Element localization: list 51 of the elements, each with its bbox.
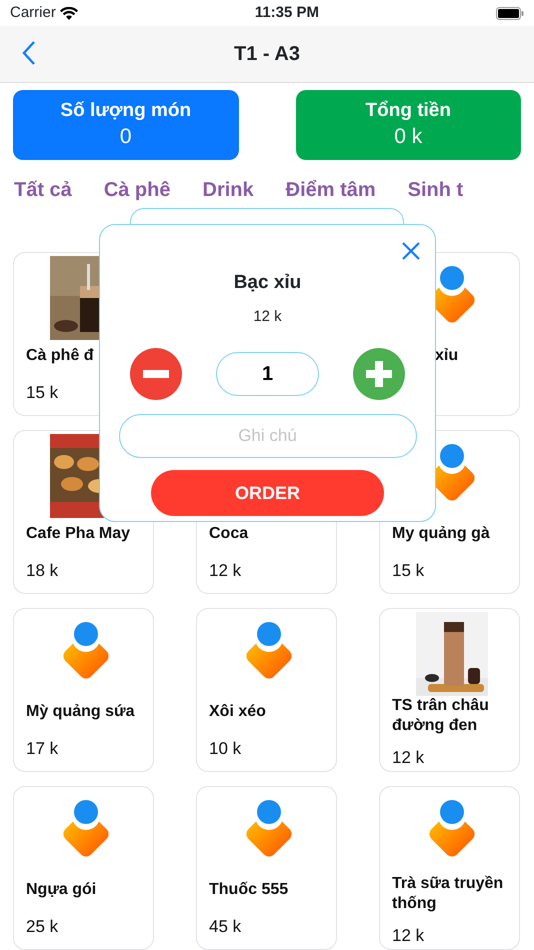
- product-name: Cà phê đ: [26, 346, 94, 366]
- dialog-price: 12 k: [253, 306, 282, 326]
- product-name: Trà sữa truyền thống: [392, 874, 504, 914]
- category-tab[interactable]: Sinh t: [408, 172, 464, 208]
- minus-icon: [143, 370, 169, 378]
- product-name: Mỳ quảng sứa: [26, 702, 134, 722]
- quantity-field[interactable]: 1: [216, 352, 319, 396]
- plus-button[interactable]: [353, 348, 405, 400]
- battery-icon: [496, 6, 524, 20]
- summary-value: 0 k: [394, 124, 422, 150]
- product-price: 15 k: [26, 382, 58, 404]
- product-name: xỉu: [434, 346, 458, 366]
- product-price: 18 k: [26, 560, 58, 582]
- product-price: 45 k: [209, 916, 242, 938]
- category-tab[interactable]: Drink: [202, 172, 254, 208]
- product-price: 15 k: [392, 560, 424, 582]
- summary-label: Tổng tiền: [366, 100, 451, 123]
- category-tab[interactable]: Điểm tâm: [286, 172, 376, 208]
- summary-label: Số lượng món: [60, 100, 192, 123]
- product-card[interactable]: Ngựa gói 25 k: [13, 786, 154, 950]
- product-card[interactable]: TS trân châu đường đen 12 k: [379, 608, 520, 772]
- product-price: 12 k: [392, 925, 424, 948]
- product-card[interactable]: Trà sữa truyền thống 12 k: [379, 786, 520, 950]
- product-price: 10 k: [209, 738, 242, 760]
- product-card[interactable]: Xôi xéo 10 k: [196, 608, 337, 772]
- product-name: Ngựa gói: [26, 880, 96, 900]
- note-field[interactable]: Ghi chú: [118, 414, 416, 458]
- product-name: Coca: [209, 524, 248, 544]
- category-tab[interactable]: Tất cả: [14, 172, 72, 208]
- status-time: 11:35 PM: [254, 2, 320, 23]
- product-price: 17 k: [26, 738, 58, 760]
- back-button[interactable]: [22, 40, 36, 66]
- dialog-title: Bạc xỉu: [234, 271, 302, 295]
- product-price: 12 k: [392, 747, 424, 770]
- page-title: T1 - A3: [234, 42, 300, 67]
- summary-value: 0: [120, 124, 132, 150]
- carrier-label: Carrier: [10, 2, 56, 23]
- minus-button[interactable]: [130, 348, 182, 400]
- wifi-icon: [60, 6, 78, 20]
- order-button[interactable]: ORDER: [151, 470, 384, 516]
- product-name: Cafe Pha May: [26, 524, 130, 544]
- category-tab[interactable]: Cà phê: [104, 172, 170, 208]
- product-name: My quảng gà: [392, 524, 490, 544]
- product-name: Thuốc 555: [209, 880, 288, 900]
- product-price: 25 k: [26, 916, 58, 938]
- product-card[interactable]: Thuốc 555 45 k: [196, 786, 337, 950]
- product-card[interactable]: Mỳ quảng sứa 17 k: [13, 608, 154, 772]
- product-price: 12 k: [209, 560, 242, 582]
- plus-icon: [366, 361, 392, 387]
- product-name: Xôi xéo: [209, 702, 266, 722]
- product-name: TS trân châu đường đen: [392, 696, 490, 736]
